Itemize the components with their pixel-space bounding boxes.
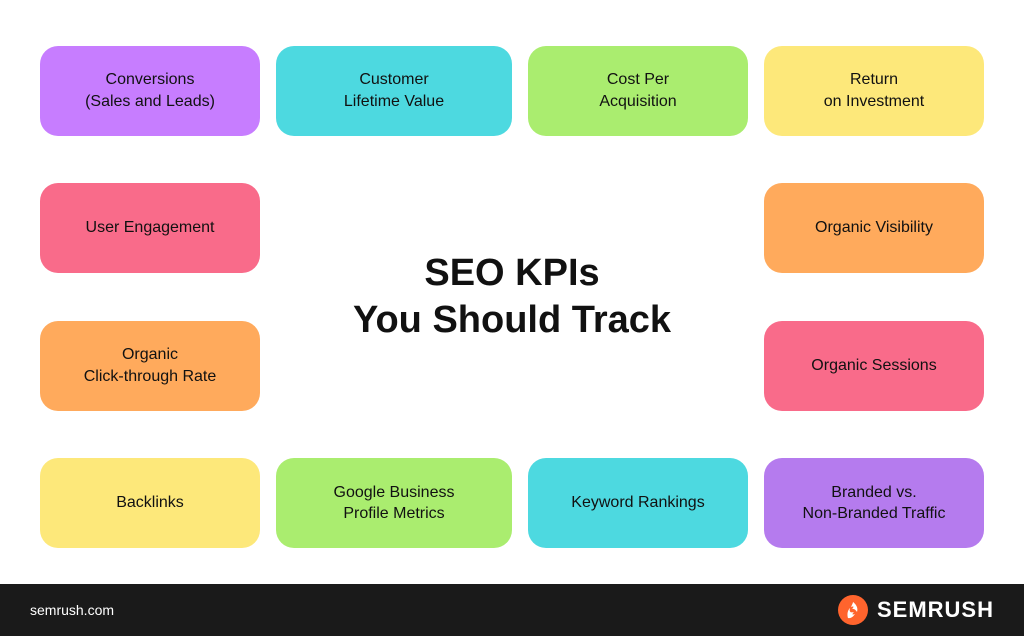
footer-brand-name: SEMRUSH <box>877 597 994 623</box>
card-conversions: Conversions (Sales and Leads) <box>40 46 260 136</box>
card-user-engagement: User Engagement <box>40 183 260 273</box>
footer-url: semrush.com <box>30 602 114 618</box>
main-title: SEO KPIs You Should Track <box>276 250 748 345</box>
title-text: SEO KPIs You Should Track <box>353 250 671 345</box>
card-keyword-rankings: Keyword Rankings <box>528 458 748 548</box>
card-google-business: Google Business Profile Metrics <box>276 458 512 548</box>
main-content: Conversions (Sales and Leads) Customer L… <box>0 0 1024 584</box>
card-branded-traffic: Branded vs. Non-Branded Traffic <box>764 458 984 548</box>
footer: semrush.com SEMRUSH <box>0 584 1024 636</box>
card-organic-ctr: Organic Click-through Rate <box>40 321 260 411</box>
card-organic-visibility: Organic Visibility <box>764 183 984 273</box>
semrush-logo-icon <box>837 594 869 626</box>
card-organic-sessions: Organic Sessions <box>764 321 984 411</box>
card-backlinks: Backlinks <box>40 458 260 548</box>
card-cost-per-acquisition: Cost Per Acquisition <box>528 46 748 136</box>
card-customer-lifetime-value: Customer Lifetime Value <box>276 46 512 136</box>
card-return-on-investment: Return on Investment <box>764 46 984 136</box>
footer-logo: SEMRUSH <box>837 594 994 626</box>
